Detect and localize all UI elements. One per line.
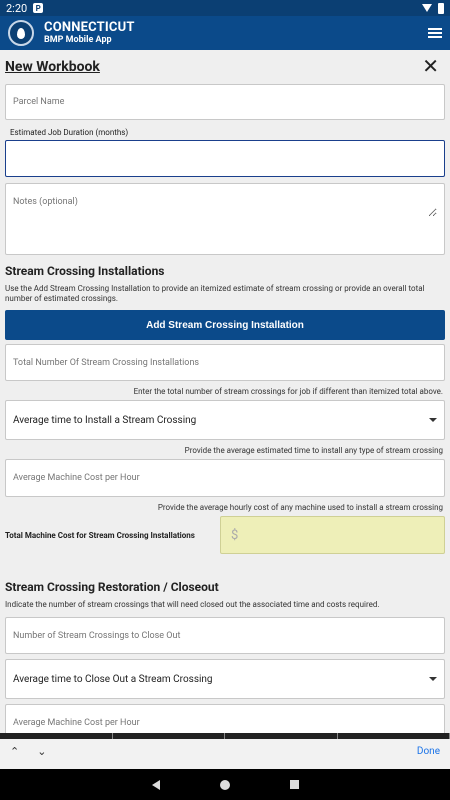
app-titles: CONNECTICUT BMP Mobile App — [44, 20, 135, 46]
closeout-machine-cost-field[interactable] — [5, 704, 445, 733]
total-cost-label: Total Machine Cost for Stream Crossing I… — [5, 530, 195, 540]
machine-cost-input[interactable] — [13, 473, 437, 483]
back-icon[interactable] — [151, 779, 160, 790]
restoration-title: Stream Crossing Restoration / Closeout — [5, 580, 219, 594]
battery-icon — [438, 2, 444, 14]
done-button[interactable]: Done — [417, 746, 440, 757]
status-icons — [422, 2, 444, 14]
page-title: New Workbook — [5, 59, 100, 75]
dropdown-caret-icon — [429, 677, 437, 681]
avg-closeout-time-value: Average time to Close Out a Stream Cross… — [13, 673, 213, 685]
closeout-machine-cost-input[interactable] — [13, 718, 437, 728]
installations-title: Stream Crossing Installations — [5, 264, 165, 278]
app-logo-icon — [8, 20, 34, 46]
total-installations-field[interactable] — [5, 344, 445, 381]
duration-input[interactable] — [13, 153, 437, 164]
machine-cost-hint: Provide the average hourly cost of any m… — [157, 503, 443, 512]
wifi-icon — [422, 4, 432, 12]
keyboard-top-strip — [0, 733, 450, 739]
machine-cost-field[interactable] — [5, 459, 445, 497]
workbook-form: New Workbook ✕ Estimated Job Duration (m… — [0, 50, 450, 733]
total-installations-input[interactable] — [13, 357, 437, 368]
android-nav-bar — [0, 769, 450, 800]
hamburger-menu-icon[interactable] — [428, 28, 442, 38]
avg-install-time-value: Average time to Install a Stream Crossin… — [13, 414, 197, 426]
status-time: 2:20 — [6, 1, 28, 15]
app-bar: CONNECTICUT BMP Mobile App — [0, 16, 450, 50]
close-icon[interactable]: ✕ — [422, 56, 439, 76]
avg-install-time-hint: Provide the average estimated time to in… — [184, 446, 443, 455]
duration-field[interactable] — [5, 140, 445, 177]
notification-icon: P — [33, 3, 44, 13]
app-title: CONNECTICUT — [44, 20, 135, 35]
total-installations-hint: Enter the total number of stream crossin… — [133, 387, 443, 396]
next-field-icon[interactable]: ⌄ — [37, 745, 46, 758]
total-cost-row: Total Machine Cost for Stream Crossing I… — [5, 516, 445, 554]
total-cost-value: $ — [220, 516, 445, 554]
notes-field[interactable] — [5, 183, 445, 255]
restoration-description: Indicate the number of stream crossings … — [5, 600, 380, 609]
duration-label: Estimated Job Duration (months) — [10, 128, 129, 137]
parcel-name-field[interactable] — [5, 84, 445, 120]
previous-field-icon[interactable]: ⌃ — [10, 745, 19, 758]
add-stream-crossing-button[interactable]: Add Stream Crossing Installation — [5, 310, 445, 340]
avg-closeout-time-select[interactable]: Average time to Close Out a Stream Cross… — [5, 659, 445, 699]
home-icon[interactable] — [219, 779, 230, 790]
dropdown-caret-icon — [429, 418, 437, 422]
status-bar: 2:20 P — [0, 0, 450, 16]
avg-install-time-select[interactable]: Average time to Install a Stream Crossin… — [5, 400, 445, 440]
closeout-count-field[interactable] — [5, 617, 445, 654]
notes-input[interactable] — [13, 197, 437, 217]
app-subtitle: BMP Mobile App — [44, 35, 112, 45]
closeout-count-input[interactable] — [13, 630, 437, 641]
installations-description: Use the Add Stream Crossing Installation… — [5, 284, 425, 303]
recents-icon[interactable] — [289, 780, 299, 789]
parcel-name-input[interactable] — [13, 97, 437, 107]
